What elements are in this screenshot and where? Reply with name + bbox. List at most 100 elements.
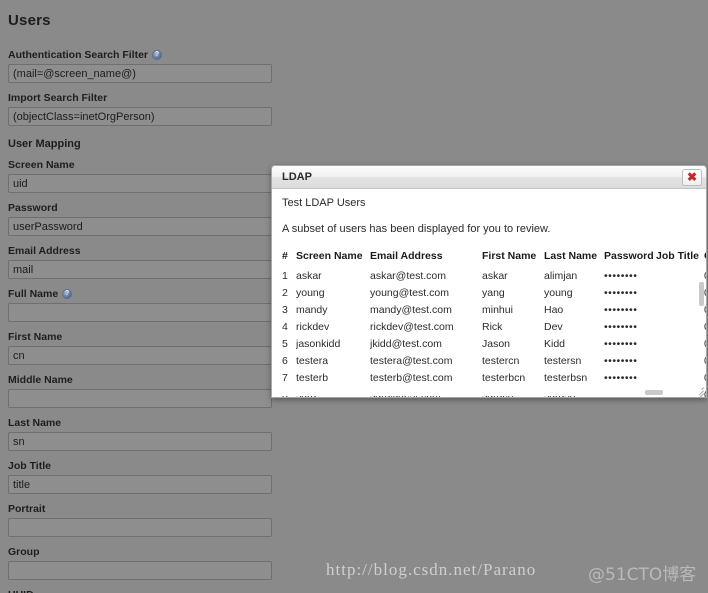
section-label-user-mapping: User Mapping <box>8 138 81 150</box>
resize-grip-icon[interactable] <box>694 385 704 397</box>
job-title-input[interactable]: title <box>8 475 272 494</box>
label-last-name: Last Name <box>8 417 272 429</box>
import-search-filter-input[interactable]: (objectClass=inetOrgPerson) <box>8 107 272 126</box>
cell-number: 4 <box>282 321 288 333</box>
col-header-last-name: Last Name <box>544 250 598 262</box>
cell-password: •••••••• <box>604 304 638 316</box>
cell-number: 6 <box>282 355 288 367</box>
cell-email: jkidd@test.com <box>370 338 442 350</box>
close-button[interactable]: ✖ <box>682 168 702 186</box>
label-portrait: Portrait <box>8 503 272 515</box>
cell-group: 0 <box>704 285 706 302</box>
cell-last-name: testerbsn <box>544 372 588 384</box>
cell-job-title <box>656 302 704 319</box>
cell-job-title <box>656 336 704 353</box>
cell-email: rickdev@test.com <box>370 321 454 333</box>
label-full-name: Full Name <box>8 288 272 300</box>
label-text: Portrait <box>8 503 46 515</box>
cell-first-name: Jason <box>482 338 511 350</box>
dialog-titlebar[interactable]: LDAP ✖ <box>272 166 706 189</box>
cell-last-name: Kidd <box>544 338 566 350</box>
label-text: Group <box>8 546 40 558</box>
cell-email: young@test.com <box>370 287 449 299</box>
dialog-vertical-scrollbar-thumb[interactable] <box>699 282 704 306</box>
cell-last-name: Hao <box>544 304 564 316</box>
portrait-input[interactable] <box>8 518 272 537</box>
close-icon: ✖ <box>686 170 698 184</box>
cell-last-name: young <box>544 287 573 299</box>
cell-first-name: testercn <box>482 355 520 367</box>
cell-first-name: yang <box>482 287 505 299</box>
cell-screen-name: testerb <box>296 372 329 384</box>
cell-screen-name: jasonkidd <box>296 338 341 350</box>
label-text: Last Name <box>8 417 62 429</box>
cell-job-title <box>656 353 704 370</box>
cell-number: 7 <box>282 372 288 384</box>
label-password: Password <box>8 202 272 214</box>
email-address-input[interactable]: mail <box>8 260 272 279</box>
watermark-url: http://blog.csdn.net/Parano <box>326 560 537 579</box>
screen-name-input[interactable]: uid <box>8 174 272 193</box>
col-header-first-name: First Name <box>482 250 537 262</box>
cell-password: •••••••• <box>604 321 638 333</box>
col-header-group: Group <box>704 250 706 268</box>
dialog-horizontal-scrollbar-thumb[interactable] <box>645 390 663 395</box>
cell-first-name: minhui <box>482 304 513 316</box>
cell-password: •••••••• <box>604 338 638 350</box>
label-text: Authentication Search Filter <box>8 49 149 61</box>
cell-group: 0 <box>704 387 706 397</box>
first-name-input[interactable]: cn <box>8 346 272 365</box>
label-first-name: First Name <box>8 331 272 343</box>
cell-first-name: askar <box>482 270 508 282</box>
full-name-input[interactable] <box>8 303 272 322</box>
dialog-title: LDAP <box>282 171 312 183</box>
last-name-input[interactable]: sn <box>8 432 272 451</box>
cell-screen-name: mandy <box>296 304 328 316</box>
cell-screen-name: testera <box>296 355 329 367</box>
cell-email: askar@test.com <box>370 270 447 282</box>
label-text: Full Name <box>8 288 59 300</box>
cell-group: 0 <box>704 302 706 319</box>
cell-group: 0 <box>704 353 706 370</box>
cell-first-name: Rick <box>482 321 503 333</box>
table-row: 5 jasonkidd jkidd@test.com Jason Kidd ••… <box>282 336 706 353</box>
table-row: 7 testerb testerb@test.com testerbcn tes… <box>282 370 706 387</box>
dialog-body: Test LDAP Users A subset of users has be… <box>272 189 706 397</box>
cell-first-name: testerbcn <box>482 372 526 384</box>
ldap-dialog: LDAP ✖ Test LDAP Users A subset of users… <box>271 165 707 398</box>
group-input[interactable] <box>8 561 272 580</box>
label-screen-name: Screen Name <box>8 159 272 171</box>
label-text: Middle Name <box>8 374 73 386</box>
dialog-horizontal-scrollbar[interactable] <box>273 389 699 396</box>
label-text: UUID <box>8 589 34 593</box>
label-text: Email Address <box>8 245 81 257</box>
cell-email: testera@test.com <box>370 355 453 367</box>
table-row: 4 rickdev rickdev@test.com Rick Dev ••••… <box>282 319 706 336</box>
label-middle-name: Middle Name <box>8 374 272 386</box>
col-header-number: # <box>282 250 288 262</box>
cell-last-name: Dev <box>544 321 563 333</box>
help-icon[interactable] <box>152 50 163 60</box>
ldap-users-table-body: 1 askar askar@test.com askar alimjan •••… <box>282 268 706 397</box>
cell-group: 0 <box>704 336 706 353</box>
cell-email: testerb@test.com <box>370 372 453 384</box>
authentication-search-filter-input[interactable]: (mail=@screen_name@) <box>8 64 272 83</box>
table-row: 1 askar askar@test.com askar alimjan •••… <box>282 268 706 285</box>
cell-last-name: testersn <box>544 355 582 367</box>
middle-name-input[interactable] <box>8 389 272 408</box>
table-row: 3 mandy mandy@test.com minhui Hao ••••••… <box>282 302 706 319</box>
cell-group: 0 <box>704 370 706 387</box>
help-icon[interactable] <box>62 289 73 299</box>
label-text: Job Title <box>8 460 51 472</box>
cell-number: 2 <box>282 287 288 299</box>
screen: Users Authentication Search Filter (mail… <box>0 0 708 593</box>
password-input[interactable]: userPassword <box>8 217 272 236</box>
cell-screen-name: askar <box>296 270 322 282</box>
col-header-password: Password <box>604 250 654 262</box>
col-header-job-title: Job Title <box>656 250 699 262</box>
cell-number: 1 <box>282 270 288 282</box>
dialog-heading: Test LDAP Users <box>282 197 366 209</box>
cell-email: mandy@test.com <box>370 304 452 316</box>
label-job-title: Job Title <box>8 460 272 472</box>
table-row: 6 testera testera@test.com testercn test… <box>282 353 706 370</box>
